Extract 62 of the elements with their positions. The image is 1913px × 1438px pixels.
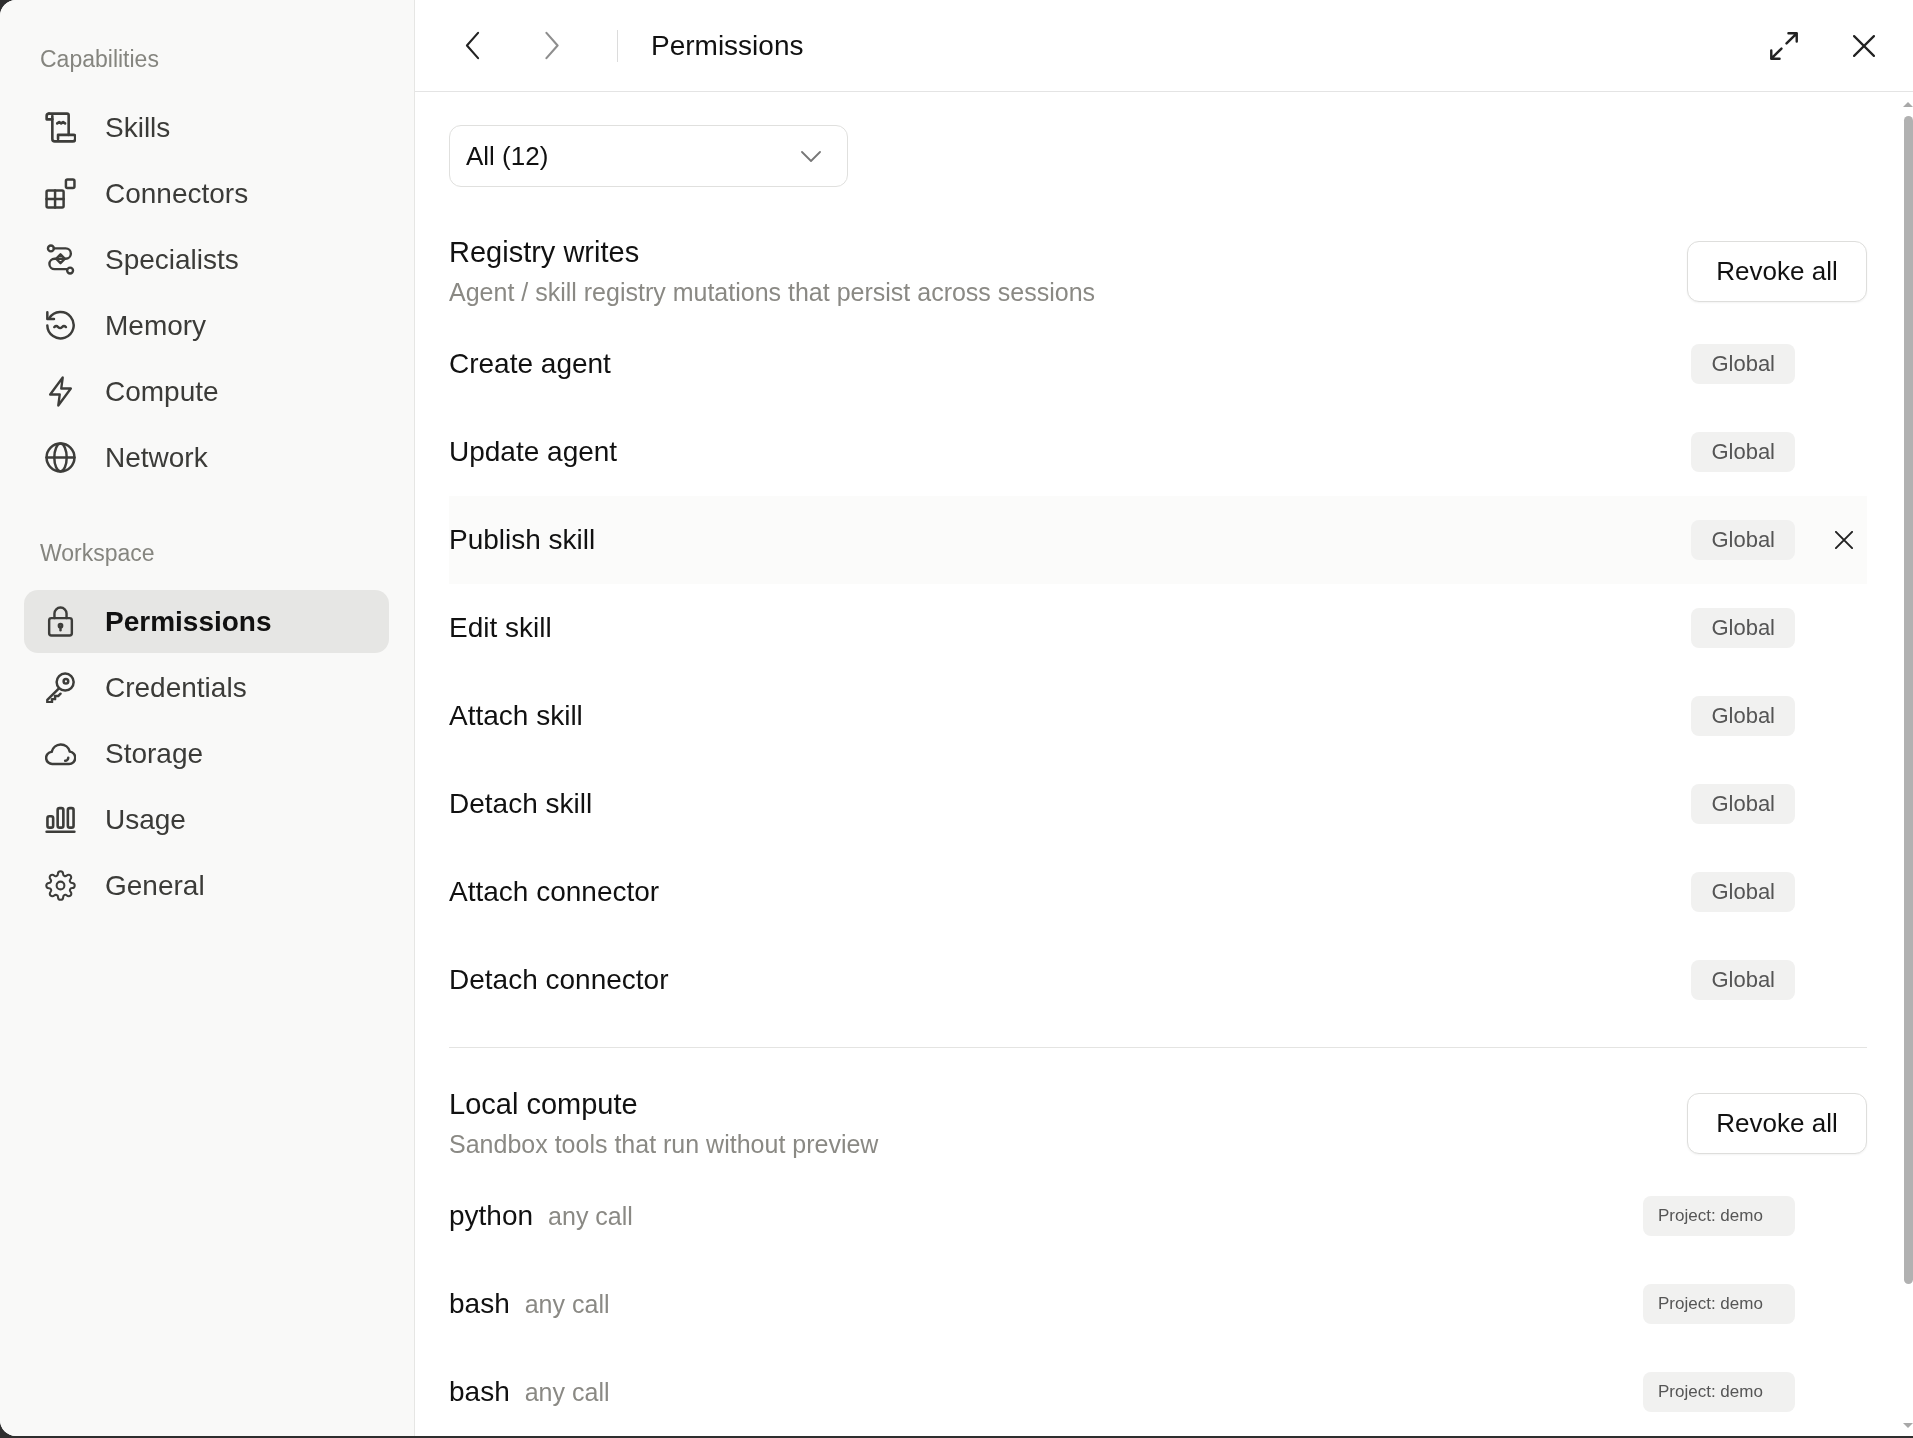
revoke-all-button[interactable]: Revoke all — [1687, 240, 1867, 302]
permission-name: python — [449, 1200, 534, 1232]
permission-name: Detach skill — [449, 788, 593, 820]
section-title: Local compute — [449, 1087, 639, 1121]
section-title: Registry writes — [449, 235, 641, 269]
permission-name: Attach skill — [449, 700, 583, 732]
permission-name: Attach connector — [449, 876, 660, 908]
sidebar-item[interactable]: Skills — [24, 96, 389, 159]
section-description: Agent / skill registry mutations that persist across sessions — [449, 277, 1096, 307]
blocks-icon — [45, 178, 76, 209]
filter-dropdown[interactable]: All (12) — [449, 125, 848, 187]
panel-title: Permissions — [651, 29, 804, 62]
scope-badge: Global — [1691, 960, 1795, 1000]
sidebar-item[interactable]: Specialists — [24, 228, 389, 291]
history-icon — [45, 310, 76, 341]
permission-name: Detach connector — [449, 964, 669, 996]
permission-name: bash — [449, 1288, 510, 1320]
sidebar-item[interactable]: Memory — [24, 294, 389, 357]
scope-badge: Global — [1691, 432, 1795, 472]
scope-badge: Global — [1691, 520, 1795, 560]
chevron-left-icon — [464, 31, 480, 60]
permission-name: bash — [449, 1376, 510, 1408]
scope-badge: Project: demo — [1643, 1284, 1795, 1324]
close-icon — [1835, 531, 1853, 549]
scope-badge: Global — [1691, 608, 1795, 648]
route-icon — [45, 244, 76, 275]
permission-name: Edit skill — [449, 612, 552, 644]
chevron-down-icon — [801, 150, 821, 162]
scroll-icon — [45, 112, 76, 143]
scope-badge: Global — [1691, 696, 1795, 736]
gear-icon — [45, 870, 76, 901]
sidebar-item[interactable]: General — [24, 854, 389, 917]
scope-badge: Global — [1691, 872, 1795, 912]
chevron-right-icon — [544, 31, 560, 60]
close-icon — [1853, 34, 1875, 57]
sidebar-item[interactable]: Network — [24, 426, 389, 489]
remove-button[interactable] — [1835, 531, 1853, 549]
permission-name: Publish skill — [449, 524, 596, 556]
sidebar-item[interactable]: Storage — [24, 722, 389, 785]
permission-name: Create agent — [449, 348, 611, 380]
scope-badge: Global — [1691, 784, 1795, 824]
section-description: Sandbox tools that run without preview — [449, 1129, 879, 1159]
sidebar-item[interactable]: Usage — [24, 788, 389, 851]
scope-badge: Project: demo — [1643, 1372, 1795, 1412]
sidebar-item[interactable]: Permissions — [24, 590, 389, 653]
globe-icon — [45, 442, 76, 473]
expand-icon — [1770, 31, 1798, 60]
bar-chart-icon — [45, 804, 76, 835]
revoke-all-button[interactable]: Revoke all — [1687, 1092, 1867, 1154]
sidebar-item[interactable]: Credentials — [24, 656, 389, 719]
permission-name: Update agent — [449, 436, 618, 468]
sidebar-item[interactable]: Compute — [24, 360, 389, 423]
sidebar-section-label: Workspace — [39, 539, 156, 568]
padlock-icon — [45, 606, 76, 637]
permission-detail: any call — [524, 1289, 610, 1319]
permission-detail: any call — [548, 1201, 633, 1231]
sidebar-item[interactable]: Connectors — [24, 162, 389, 225]
key-icon — [45, 672, 76, 703]
scope-badge: Global — [1691, 344, 1795, 384]
permission-detail: any call — [524, 1377, 610, 1407]
sidebar-section-label: Capabilities — [39, 45, 160, 74]
scope-badge: Project: demo — [1643, 1196, 1795, 1236]
